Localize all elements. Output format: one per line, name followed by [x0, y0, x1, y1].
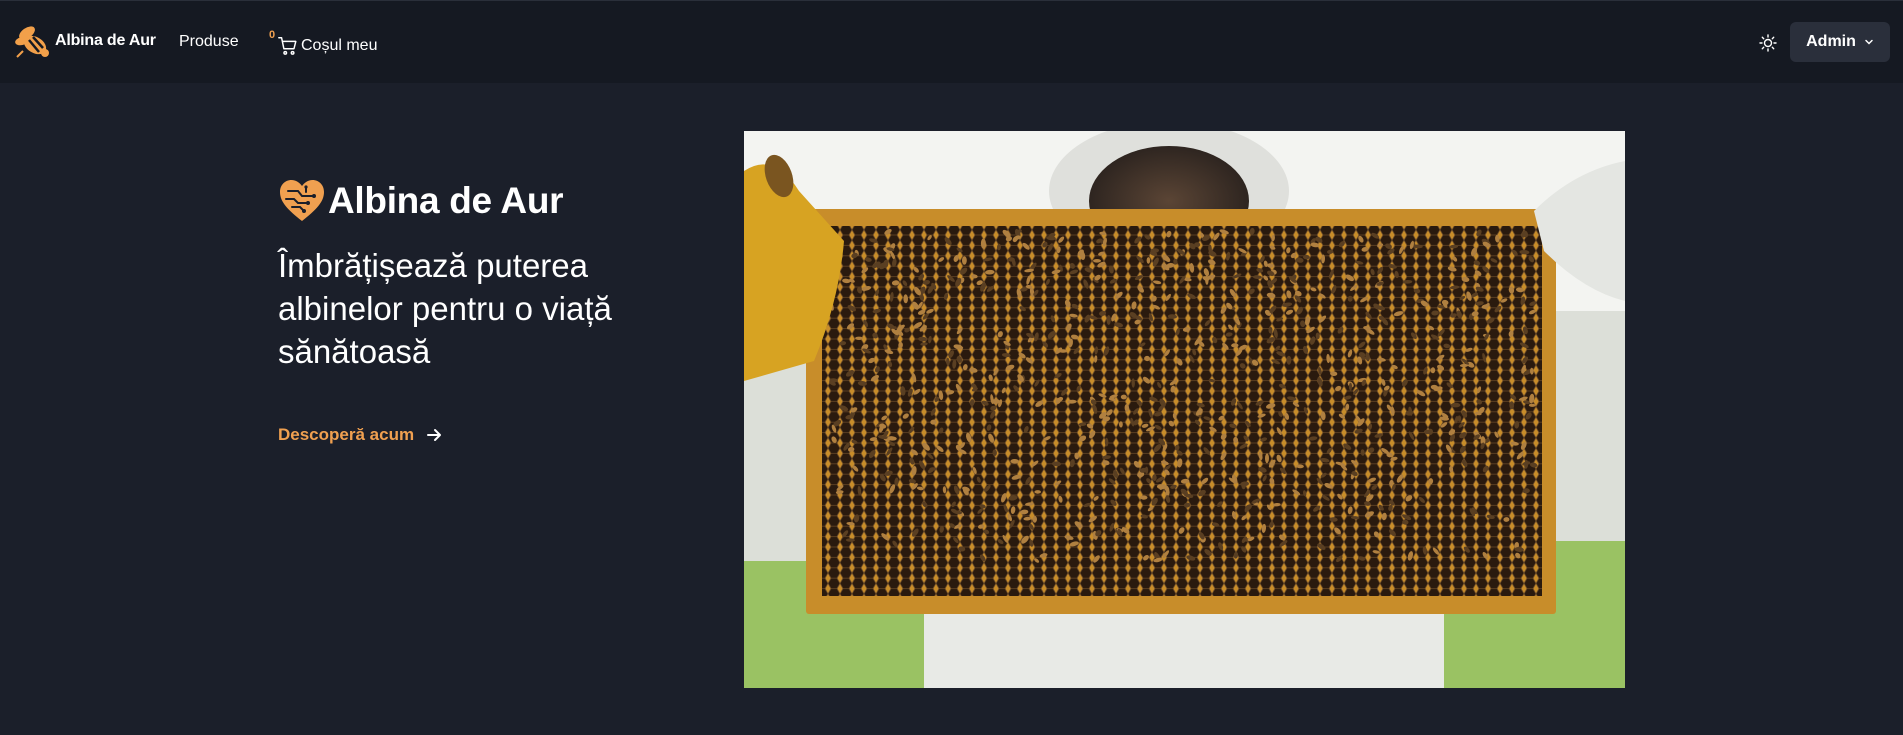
bee-speck	[1286, 355, 1292, 365]
bee-speck	[1093, 259, 1101, 263]
hero-title: Albina de Aur	[328, 180, 564, 221]
hero-brand: Albina de Aur	[278, 178, 698, 224]
nav-link-produse[interactable]: Produse	[179, 33, 239, 51]
heart-circuit-icon	[280, 180, 324, 221]
user-menu-button[interactable]: Admin	[1790, 22, 1890, 62]
cart-label: Coșul meu	[301, 37, 378, 54]
bee-speck	[1034, 490, 1041, 494]
hero-honeycomb-image	[744, 131, 1625, 688]
cart-count-badge: 0	[269, 29, 276, 41]
honeycomb-photo-illustration	[744, 131, 1625, 688]
user-menu-label: Admin	[1806, 33, 1856, 50]
top-navbar: Albina de Aur Produse 0 Coșul meu Admin	[0, 0, 1903, 83]
brand-logo-link[interactable]: Albina de Aur	[13, 21, 156, 61]
cart-link[interactable]: 0 Coșul meu	[267, 29, 377, 57]
bee-speck	[1106, 315, 1111, 325]
bee-speck	[1450, 402, 1461, 408]
brand-name: Albina de Aur	[55, 32, 156, 49]
hero-tagline: Îmbrățișează puterea albinelor pentru o …	[278, 247, 612, 370]
discover-now-link[interactable]: Descoperă acum	[278, 425, 442, 445]
bee-logo-icon	[15, 26, 49, 58]
cta-label: Descoperă acum	[278, 425, 415, 444]
bee-speck	[1146, 257, 1151, 264]
bee-speck	[1348, 382, 1353, 391]
cart-icon	[278, 37, 297, 55]
chevron-down-icon	[1865, 39, 1873, 45]
sun-icon[interactable]	[1758, 33, 1778, 53]
arrow-right-icon	[427, 429, 442, 441]
hero-text-block: Albina de Aur Îmbrățișează puterea albin…	[278, 178, 698, 373]
